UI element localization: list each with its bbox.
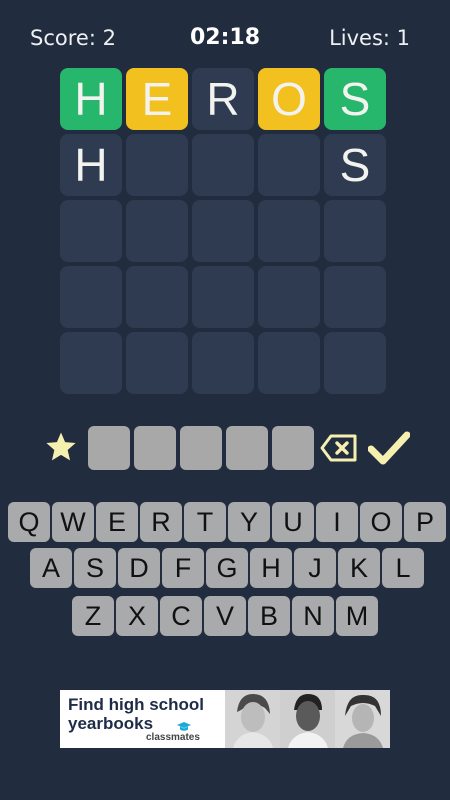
grid-cell-r2c1: H	[60, 134, 122, 196]
key-c[interactable]: C	[160, 596, 202, 636]
entry-slot-5	[272, 426, 314, 470]
key-t[interactable]: T	[184, 502, 226, 542]
key-h[interactable]: H	[250, 548, 292, 588]
key-r[interactable]: R	[140, 502, 182, 542]
grid-cell-r3c5	[324, 200, 386, 262]
key-z[interactable]: Z	[72, 596, 114, 636]
grid-cell-r4c2	[126, 266, 188, 328]
key-b[interactable]: B	[248, 596, 290, 636]
key-l[interactable]: L	[382, 548, 424, 588]
grid-cell-r1c5: S	[324, 68, 386, 130]
key-s[interactable]: S	[74, 548, 116, 588]
keyboard: Q W E R T Y U I O P A S D F G H J K L Z …	[0, 500, 450, 640]
key-p[interactable]: P	[404, 502, 446, 542]
yearbook-photo-3	[335, 690, 390, 748]
grid-cell-r5c4	[258, 332, 320, 394]
grid-cell-r4c4	[258, 266, 320, 328]
entry-slot-2	[134, 426, 176, 470]
key-j[interactable]: J	[294, 548, 336, 588]
entry-slot-1	[88, 426, 130, 470]
grid-cell-r3c3	[192, 200, 254, 262]
grid-cell-r1c4: O	[258, 68, 320, 130]
grid-cell-r5c3	[192, 332, 254, 394]
entry-row	[0, 422, 450, 474]
grid-cell-r2c5: S	[324, 134, 386, 196]
key-d[interactable]: D	[118, 548, 160, 588]
grid-cell-r4c1	[60, 266, 122, 328]
yearbook-photo-1	[225, 690, 280, 748]
key-g[interactable]: G	[206, 548, 248, 588]
grid-cell-r2c2	[126, 134, 188, 196]
key-e[interactable]: E	[96, 502, 138, 542]
grid-cell-r2c3	[192, 134, 254, 196]
grid-cell-r5c5	[324, 332, 386, 394]
key-i[interactable]: I	[316, 502, 358, 542]
entry-slot-4	[226, 426, 268, 470]
grid-cell-r1c1: H	[60, 68, 122, 130]
entry-slot-3	[180, 426, 222, 470]
grid-cell-r1c3: R	[192, 68, 254, 130]
key-k[interactable]: K	[338, 548, 380, 588]
graduation-cap-icon	[177, 722, 191, 731]
grid-cell-r1c2: E	[126, 68, 188, 130]
ad-headline-line2: yearbooks	[68, 714, 154, 733]
ad-banner[interactable]: Find high school yearbooks classmates	[60, 690, 390, 748]
key-q[interactable]: Q	[8, 502, 50, 542]
ad-brand-label: classmates	[146, 732, 200, 743]
key-m[interactable]: M	[336, 596, 378, 636]
key-y[interactable]: Y	[228, 502, 270, 542]
key-u[interactable]: U	[272, 502, 314, 542]
backspace-icon[interactable]	[320, 433, 358, 463]
top-bar: Score: 2 02:18 Lives: 1	[0, 0, 450, 76]
key-x[interactable]: X	[116, 596, 158, 636]
key-f[interactable]: F	[162, 548, 204, 588]
grid-cell-r3c2	[126, 200, 188, 262]
ad-headline-line1: Find high school	[68, 695, 204, 714]
grid-cell-r3c1	[60, 200, 122, 262]
key-o[interactable]: O	[360, 502, 402, 542]
yearbook-photo-2	[280, 690, 335, 748]
grid-cell-r4c3	[192, 266, 254, 328]
grid-cell-r5c2	[126, 332, 188, 394]
key-w[interactable]: W	[52, 502, 94, 542]
star-icon[interactable]	[44, 430, 78, 464]
key-v[interactable]: V	[204, 596, 246, 636]
grid-cell-r2c4	[258, 134, 320, 196]
lives-label: Lives: 1	[329, 26, 410, 50]
check-icon[interactable]	[368, 430, 410, 466]
guess-grid: H E R O S H S	[60, 68, 390, 394]
grid-cell-r3c4	[258, 200, 320, 262]
grid-cell-r4c5	[324, 266, 386, 328]
key-n[interactable]: N	[292, 596, 334, 636]
key-a[interactable]: A	[30, 548, 72, 588]
grid-cell-r5c1	[60, 332, 122, 394]
